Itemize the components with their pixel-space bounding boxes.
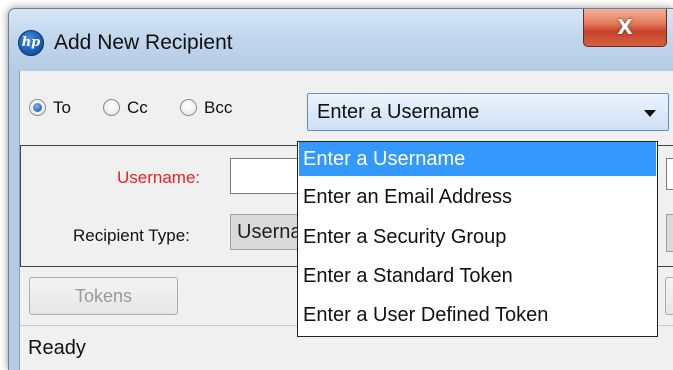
- recipient-type-label: Recipient Type:: [73, 226, 190, 245]
- secondary-button-edge[interactable]: [665, 277, 673, 315]
- entry-type-dropdown-list: Enter a Username Enter an Email Address …: [297, 141, 658, 337]
- window-frame: [9, 71, 19, 370]
- dropdown-option-user-defined-token[interactable]: Enter a User Defined Token: [299, 298, 656, 332]
- status-text: Ready: [28, 337, 86, 359]
- chevron-down-icon[interactable]: [644, 110, 656, 117]
- dropdown-option-email[interactable]: Enter an Email Address: [299, 180, 656, 214]
- radio-bcc[interactable]: [180, 99, 197, 116]
- tokens-button[interactable]: Tokens: [29, 277, 178, 315]
- close-icon: X: [617, 15, 633, 39]
- radio-cc[interactable]: [103, 99, 120, 116]
- radio-to[interactable]: [29, 99, 46, 116]
- close-button[interactable]: X: [583, 9, 667, 47]
- title-bar[interactable]: hp Add New Recipient X: [9, 9, 673, 71]
- radio-cc-label[interactable]: Cc: [127, 98, 148, 118]
- dropdown-option-standard-token[interactable]: Enter a Standard Token: [299, 259, 656, 293]
- entry-type-combobox[interactable]: Enter a Username: [307, 93, 669, 131]
- dropdown-option-username[interactable]: Enter a Username: [299, 142, 656, 176]
- window-title: Add New Recipient: [54, 31, 233, 54]
- dropdown-option-security-group[interactable]: Enter a Security Group: [299, 220, 656, 254]
- radio-to-label[interactable]: To: [53, 98, 71, 118]
- combobox-value: Enter a Username: [317, 101, 480, 123]
- recipient-type-value: Userna: [237, 221, 302, 243]
- username-lookup-edge: [666, 158, 673, 190]
- radio-bcc-label[interactable]: Bcc: [204, 98, 232, 118]
- recipient-type-edge: [666, 214, 673, 252]
- hp-logo-icon: hp: [18, 30, 44, 56]
- username-label: Username:: [117, 168, 201, 187]
